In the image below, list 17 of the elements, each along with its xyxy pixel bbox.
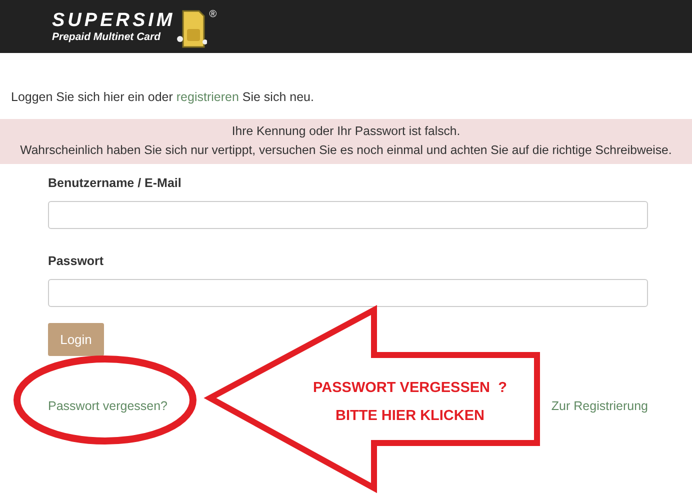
forgot-password-link[interactable]: Passwort vergessen?	[48, 399, 168, 413]
field-label: Benutzername / E-Mail	[48, 175, 182, 191]
login-button[interactable]: Login	[48, 323, 104, 356]
field-label: Passwort	[48, 253, 105, 269]
intro-text: Loggen Sie sich hier ein oder registrieren Sie sich neu.	[11, 89, 315, 105]
logo-subtitle: Prepaid Multinet Card	[52, 30, 162, 42]
error-message: Wahrscheinlich haben Sie sich nur vertippt, versuchen Sie es noch einmal und achten Sie auf die richtige Schreibweise.	[19, 142, 673, 159]
registered-mark: ®	[209, 8, 217, 20]
annotation-text: PASSWORT VERGESSEN ?	[312, 379, 508, 398]
register-link[interactable]: registrieren	[176, 90, 239, 104]
registration-link[interactable]: Zur Registrierung	[551, 399, 648, 413]
annotation-text: BITTE HIER KLICKEN	[334, 407, 486, 426]
input-field[interactable]	[48, 279, 648, 307]
input-field[interactable]	[48, 201, 648, 229]
logo-title: SUPERSIM	[52, 10, 176, 30]
error-message: Ihre Kennung oder Ihr Passwort ist falsch.	[230, 123, 462, 140]
sim-card-icon	[177, 8, 208, 48]
